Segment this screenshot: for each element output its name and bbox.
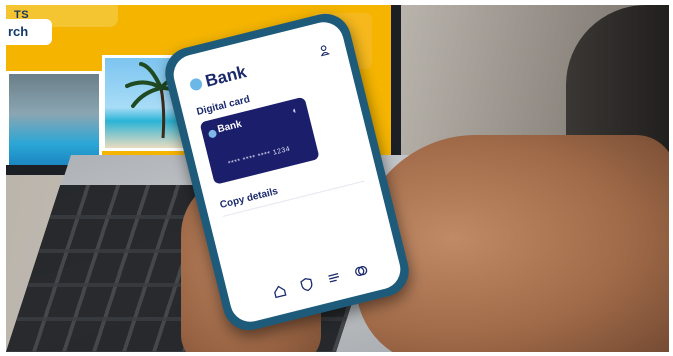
bank-logo-icon <box>188 77 204 92</box>
card-number: **** **** **** 1234 <box>227 145 291 168</box>
gift-icon[interactable] <box>353 263 370 280</box>
list-icon[interactable] <box>325 269 342 286</box>
shield-icon[interactable] <box>298 276 315 293</box>
card-bank-name: Bank <box>216 118 243 136</box>
card-logo-icon <box>207 129 218 139</box>
photo-scene: TS rch › Bank <box>6 5 669 352</box>
pool-photo <box>6 71 102 165</box>
copy-details-button[interactable]: Copy details <box>219 186 279 211</box>
home-icon[interactable] <box>271 283 288 300</box>
contactless-icon: ◖ <box>290 104 298 116</box>
app-name: Bank <box>203 62 249 91</box>
search-label: rch <box>8 24 29 39</box>
search-button[interactable]: rch <box>6 19 52 45</box>
profile-icon[interactable] <box>318 43 330 57</box>
